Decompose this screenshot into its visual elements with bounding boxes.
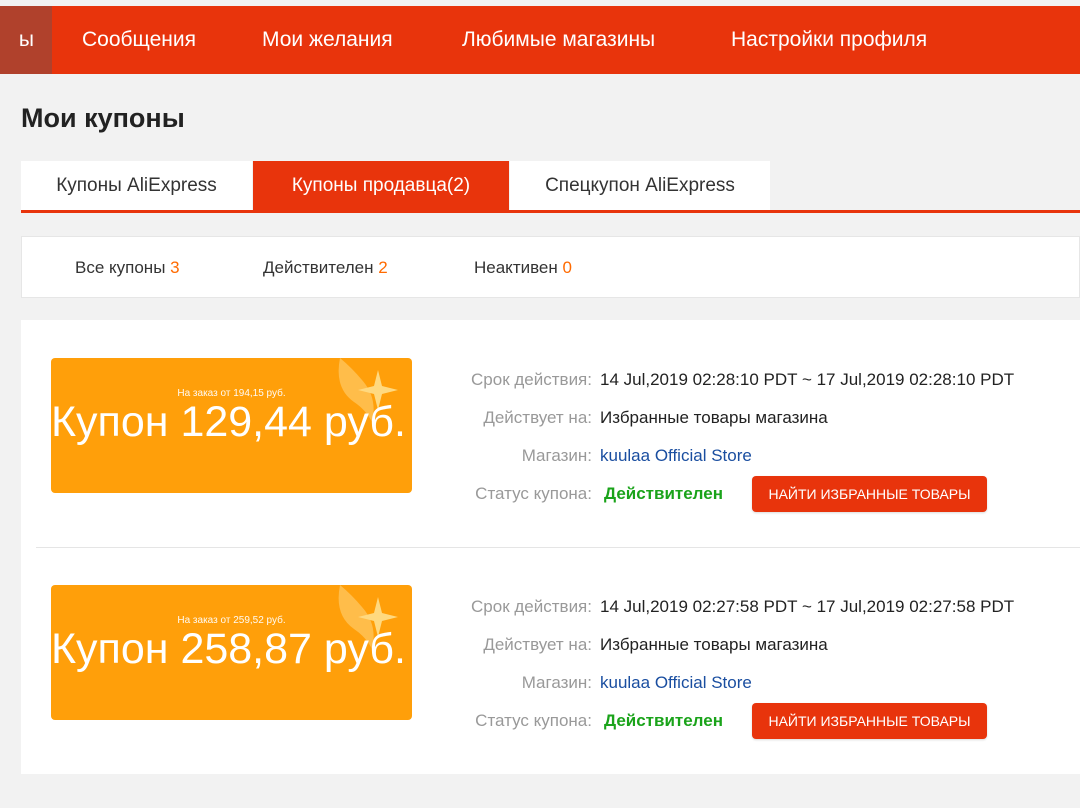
find-products-button[interactable]: НАЙТИ ИЗБРАННЫЕ ТОВАРЫ [752,703,987,739]
tab-seller-coupons[interactable]: Купоны продавца(2) [253,161,509,210]
store-label: Магазин: [521,673,592,692]
filter-inactive[interactable]: Неактивен 0 [474,258,572,278]
status-label: Статус купона: [475,711,592,730]
tab-label: Купоны продавца(2) [291,174,471,196]
filter-count: 3 [170,258,180,277]
row-divider [36,547,1080,548]
nav-item-favorite-stores[interactable]: Любимые магазины [462,28,655,52]
nav-item-profile-settings[interactable]: Настройки профиля [731,28,927,52]
nav-item-messages[interactable]: Сообщения [82,28,196,52]
status-badge: Действителен [604,711,723,730]
filter-count: 0 [562,258,572,277]
applies-value: Избранные товары магазина [600,635,828,654]
status-badge: Действителен [604,484,723,503]
nav-item-wishlist[interactable]: Мои желания [262,28,393,52]
applies-label: Действует на: [483,635,592,654]
status-label: Статус купона: [475,484,592,503]
filter-label: Неактивен [474,258,558,277]
store-label: Магазин: [521,446,592,465]
top-nav: ы Сообщения Мои желания Любимые магазины… [0,6,1080,74]
store-link[interactable]: kuulaa Official Store [600,673,752,693]
applies-label: Действует на: [483,408,592,427]
coupon-list: На заказ от 194,15 руб. Купон 129,44 руб… [21,320,1080,774]
tab-label: Купоны AliExpress [56,174,217,196]
status-filter-bar: Все купоны 3 Действителен 2 Неактивен 0 [21,236,1080,298]
validity-value: 14 Jul,2019 02:27:58 PDT ~ 17 Jul,2019 0… [600,597,1015,616]
filter-label: Все купоны [75,258,166,277]
tab-label: Спецкупон AliExpress [545,174,735,196]
tab-special-coupon[interactable]: Спецкупон AliExpress [510,161,770,210]
button-label: НАЙТИ ИЗБРАННЫЕ ТОВАРЫ [768,713,971,729]
applies-value: Избранные товары магазина [600,408,828,427]
store-link[interactable]: kuulaa Official Store [600,446,752,466]
filter-valid[interactable]: Действителен 2 [263,258,388,278]
validity-label: Срок действия: [471,370,592,389]
tab-aliexpress-coupons[interactable]: Купоны AliExpress [21,161,252,210]
find-products-button[interactable]: НАЙТИ ИЗБРАННЫЕ ТОВАРЫ [752,476,987,512]
nav-item-cut[interactable]: ы [0,6,52,74]
coupon-tabs: Купоны AliExpress Купоны продавца(2) Спе… [21,161,1080,213]
validity-value: 14 Jul,2019 02:28:10 PDT ~ 17 Jul,2019 0… [600,370,1015,389]
button-label: НАЙТИ ИЗБРАННЫЕ ТОВАРЫ [768,486,971,502]
nav-item-cut-label: ы [18,28,34,51]
filter-count: 2 [378,258,388,277]
filter-label: Действителен [263,258,374,277]
validity-label: Срок действия: [471,597,592,616]
page-title: Мои купоны [21,103,185,133]
filter-all[interactable]: Все купоны 3 [75,258,180,278]
